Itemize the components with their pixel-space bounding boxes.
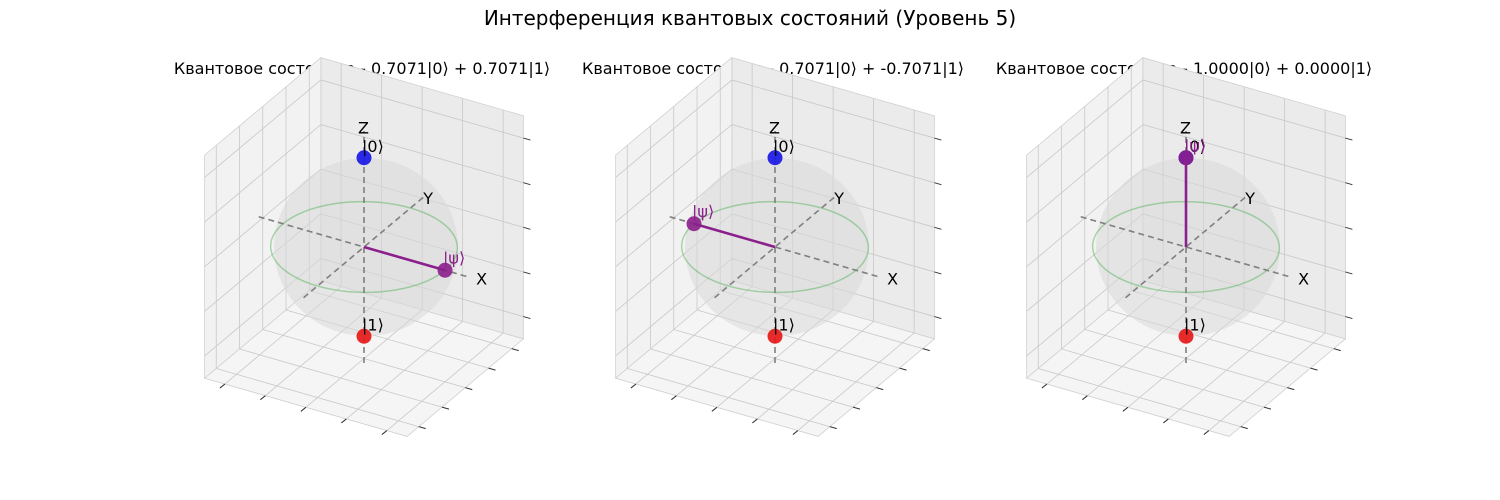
z-tick [1345,226,1353,230]
y-tick [1263,406,1272,410]
x-axis-label: X [476,270,487,289]
y-tick [488,367,496,371]
x-tick [630,383,637,389]
y-axis-label: Y [833,189,844,208]
y-tick [465,387,473,391]
state-vector-label: |ψ⟩ [692,202,714,221]
subplot-2: Квантовое состояние - 0.7071|0⟩ + -0.707… [582,56,964,437]
y-tick [441,406,450,410]
z-tick [523,182,531,186]
x-axis-label: X [1298,270,1309,289]
x-tick [752,418,758,424]
z-axis-label: Z [769,119,780,138]
z-tick [1345,316,1353,320]
z-tick [934,316,942,320]
ket-0-label: |0⟩ [773,137,795,156]
z-tick [1345,137,1353,141]
x-tick [792,430,799,435]
x-tick [1041,383,1048,389]
ket-0-label: |0⟩ [362,137,384,156]
x-tick [1082,395,1088,401]
x-tick [341,418,347,424]
x-tick [711,406,718,412]
x-axis-label: X [887,270,898,289]
x-tick [219,383,226,389]
ket-1-label: |1⟩ [362,315,384,334]
state-vector-label: |ψ⟩ [1184,136,1206,155]
y-tick [899,367,907,371]
y-tick [418,426,426,430]
z-tick [934,137,942,141]
x-tick [381,430,388,435]
y-tick [1240,426,1248,430]
z-tick [1345,182,1353,186]
ket-1-label: |1⟩ [1184,315,1206,334]
x-tick [1163,418,1169,424]
z-tick [934,271,942,275]
subplot-3: Квантовое состояние - 1.0000|0⟩ + 0.0000… [996,56,1372,437]
y-tick [1287,387,1295,391]
y-tick [1333,348,1341,352]
y-tick [876,387,884,391]
x-tick [1122,406,1129,412]
x-tick [671,395,677,401]
x-tick [300,406,307,412]
z-tick [523,226,531,230]
y-axis-label: Y [1244,189,1255,208]
z-tick [523,137,531,141]
z-tick [934,182,942,186]
z-axis-label: Z [358,119,369,138]
y-tick [852,406,861,410]
z-tick [1345,271,1353,275]
ket-1-label: |1⟩ [773,315,795,334]
z-tick [523,316,531,320]
z-tick [523,271,531,275]
x-tick [1203,430,1210,435]
x-tick [260,395,266,401]
subplot-1: Квантовое состояние - 0.7071|0⟩ + 0.7071… [174,56,550,437]
state-vector-label: |ψ⟩ [443,248,465,267]
y-tick [829,426,837,430]
y-axis-label: Y [422,189,433,208]
y-tick [1310,367,1318,371]
figure-canvas: Квантовое состояние - 0.7071|0⟩ + 0.7071… [174,56,1372,437]
z-tick [934,226,942,230]
y-tick [511,348,519,352]
y-tick [922,348,930,352]
